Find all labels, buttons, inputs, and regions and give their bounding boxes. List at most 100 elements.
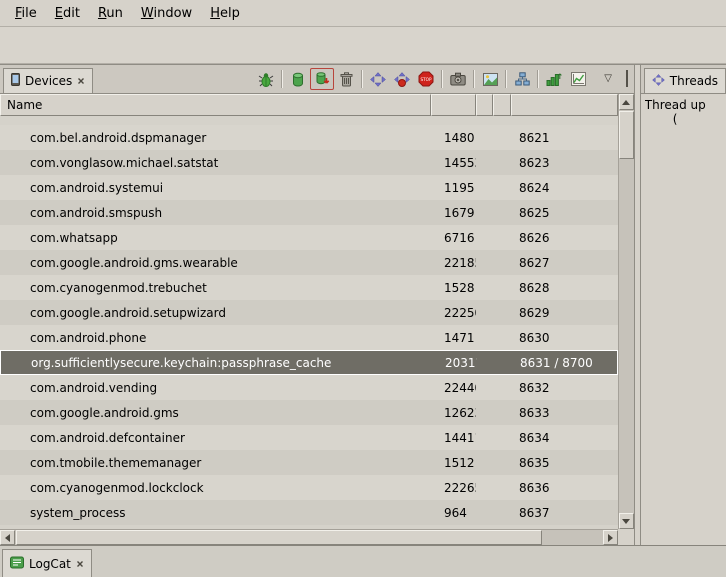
threads-tab-label: Threads: [670, 74, 718, 88]
toolbar-separator: [473, 70, 475, 88]
table-row[interactable]: com.bel.android.dspmanager 1480 8621: [0, 125, 618, 150]
devices-table: Name com.bel.android.dspmanager 1480 862…: [0, 93, 634, 545]
column-header-c3[interactable]: [476, 94, 493, 116]
process-port: 8632: [511, 381, 618, 395]
process-name: com.cyanogenmod.lockclock: [0, 481, 431, 495]
threads-view: Threads Thread up (: [640, 65, 726, 545]
menu-file[interactable]: File: [6, 3, 46, 24]
process-port: 8628: [511, 281, 618, 295]
threads-tabbar: Threads: [641, 65, 726, 93]
table-row[interactable]: com.google.android.gms 12623 8633: [0, 400, 618, 425]
devices-toolbar: STOP: [254, 65, 634, 93]
table-row[interactable]: com.android.systemui 1195 8624: [0, 175, 618, 200]
scroll-down-icon[interactable]: [619, 513, 634, 529]
stop-icon[interactable]: STOP: [414, 67, 438, 91]
update-threads-icon[interactable]: [366, 67, 390, 91]
table-row[interactable]: com.android.smspush 1679 8625: [0, 200, 618, 225]
dump-hprof-icon[interactable]: [310, 68, 334, 90]
table-row[interactable]: org.sufficientlysecure.keychain:passphra…: [0, 350, 618, 375]
process-pid: 1528: [431, 281, 476, 295]
close-icon[interactable]: [77, 74, 85, 88]
process-pid: 12623: [431, 406, 476, 420]
table-row[interactable]: com.google.android.gms.wearable 22185 86…: [0, 250, 618, 275]
threads-message-line2: (: [645, 112, 722, 126]
table-row[interactable]: com.whatsapp 6716 8626: [0, 225, 618, 250]
threads-message: Thread up (: [641, 93, 726, 545]
main-area: Devices: [0, 64, 726, 545]
toolbar-separator: [441, 70, 443, 88]
column-header-pid[interactable]: [431, 94, 476, 116]
scroll-up-icon[interactable]: [619, 94, 634, 110]
device-tab-icon: [11, 73, 20, 89]
process-pid: 1195: [431, 181, 476, 195]
devices-view: Devices: [0, 65, 635, 545]
column-header-c4[interactable]: [493, 94, 511, 116]
table-row[interactable]: com.tmobile.thememanager 1512 8635: [0, 450, 618, 475]
process-pid: 6716: [431, 231, 476, 245]
process-pid: 22440: [431, 381, 476, 395]
process-port: 8630: [511, 331, 618, 345]
table-row[interactable]: com.google.android.setupwizard 22250 862…: [0, 300, 618, 325]
column-header-name[interactable]: Name: [0, 94, 431, 116]
logcat-tab-icon: [10, 556, 24, 572]
trace-icon[interactable]: [542, 67, 566, 91]
method-profiling-icon[interactable]: [390, 67, 414, 91]
process-name: com.android.phone: [0, 331, 431, 345]
process-pid: 1480: [431, 131, 476, 145]
tab-devices[interactable]: Devices: [3, 68, 93, 93]
scroll-right-icon[interactable]: [603, 530, 618, 545]
column-header-port[interactable]: [511, 94, 618, 116]
devices-tabbar: Devices: [0, 65, 634, 93]
vertical-scroll-thumb[interactable]: [619, 111, 634, 159]
graph-icon[interactable]: [566, 67, 590, 91]
debug-icon[interactable]: [254, 67, 278, 91]
hierarchy-icon[interactable]: [510, 67, 534, 91]
update-heap-icon[interactable]: [286, 67, 310, 91]
process-pid: 22250: [431, 306, 476, 320]
table-row[interactable]: com.android.defcontainer 14411 8634: [0, 425, 618, 450]
process-pid: 964: [431, 506, 476, 520]
table-row[interactable]: com.vonglasow.michael.satstat 14553 8623: [0, 150, 618, 175]
menu-window[interactable]: Window: [132, 3, 201, 24]
maximize-icon[interactable]: [626, 72, 628, 86]
process-name: system_process: [0, 506, 431, 520]
cause-gc-icon[interactable]: [334, 67, 358, 91]
report-icon[interactable]: [478, 67, 502, 91]
scroll-left-icon[interactable]: [0, 530, 15, 545]
threads-message-line1: Thread up: [645, 98, 722, 112]
process-pid: 22265: [431, 481, 476, 495]
vertical-scrollbar[interactable]: [618, 94, 634, 529]
table-row[interactable]: com.cyanogenmod.trebuchet 1528 8628: [0, 275, 618, 300]
horizontal-scroll-thumb[interactable]: [16, 530, 542, 545]
process-pid: 14411: [431, 431, 476, 445]
table-row[interactable]: com.android.phone 1471 8630: [0, 325, 618, 350]
menu-help[interactable]: Help: [201, 3, 249, 24]
menu-run[interactable]: Run: [89, 3, 132, 24]
process-port: 8627: [511, 256, 618, 270]
view-menu-icon[interactable]: ▽: [604, 74, 612, 84]
process-port: 8634: [511, 431, 618, 445]
process-name: com.whatsapp: [0, 231, 431, 245]
tab-threads[interactable]: Threads: [644, 68, 726, 93]
process-name: com.google.android.gms.wearable: [0, 256, 431, 270]
process-name: com.vonglasow.michael.satstat: [0, 156, 431, 170]
process-pid: 1512: [431, 456, 476, 470]
table-row[interactable]: system_process 964 8637: [0, 500, 618, 525]
toolbar-separator: [281, 70, 283, 88]
logcat-tab-label: LogCat: [29, 557, 71, 571]
tab-logcat[interactable]: LogCat: [2, 549, 92, 577]
menu-edit[interactable]: Edit: [46, 3, 89, 24]
close-icon[interactable]: [76, 557, 84, 571]
process-name: com.cyanogenmod.trebuchet: [0, 281, 431, 295]
top-toolbar: [0, 26, 726, 64]
table-row[interactable]: com.android.vending 22440 8632: [0, 375, 618, 400]
threads-tab-icon: [652, 74, 665, 89]
horizontal-scrollbar[interactable]: [0, 529, 618, 545]
process-pid: 20311: [432, 356, 477, 370]
screen-capture-icon[interactable]: [446, 67, 470, 91]
table-row[interactable]: com.cyanogenmod.lockclock 22265 8636: [0, 475, 618, 500]
svg-text:STOP: STOP: [421, 77, 433, 82]
toolbar-separator: [505, 70, 507, 88]
process-pid: 1679: [431, 206, 476, 220]
process-name: org.sufficientlysecure.keychain:passphra…: [1, 356, 432, 370]
